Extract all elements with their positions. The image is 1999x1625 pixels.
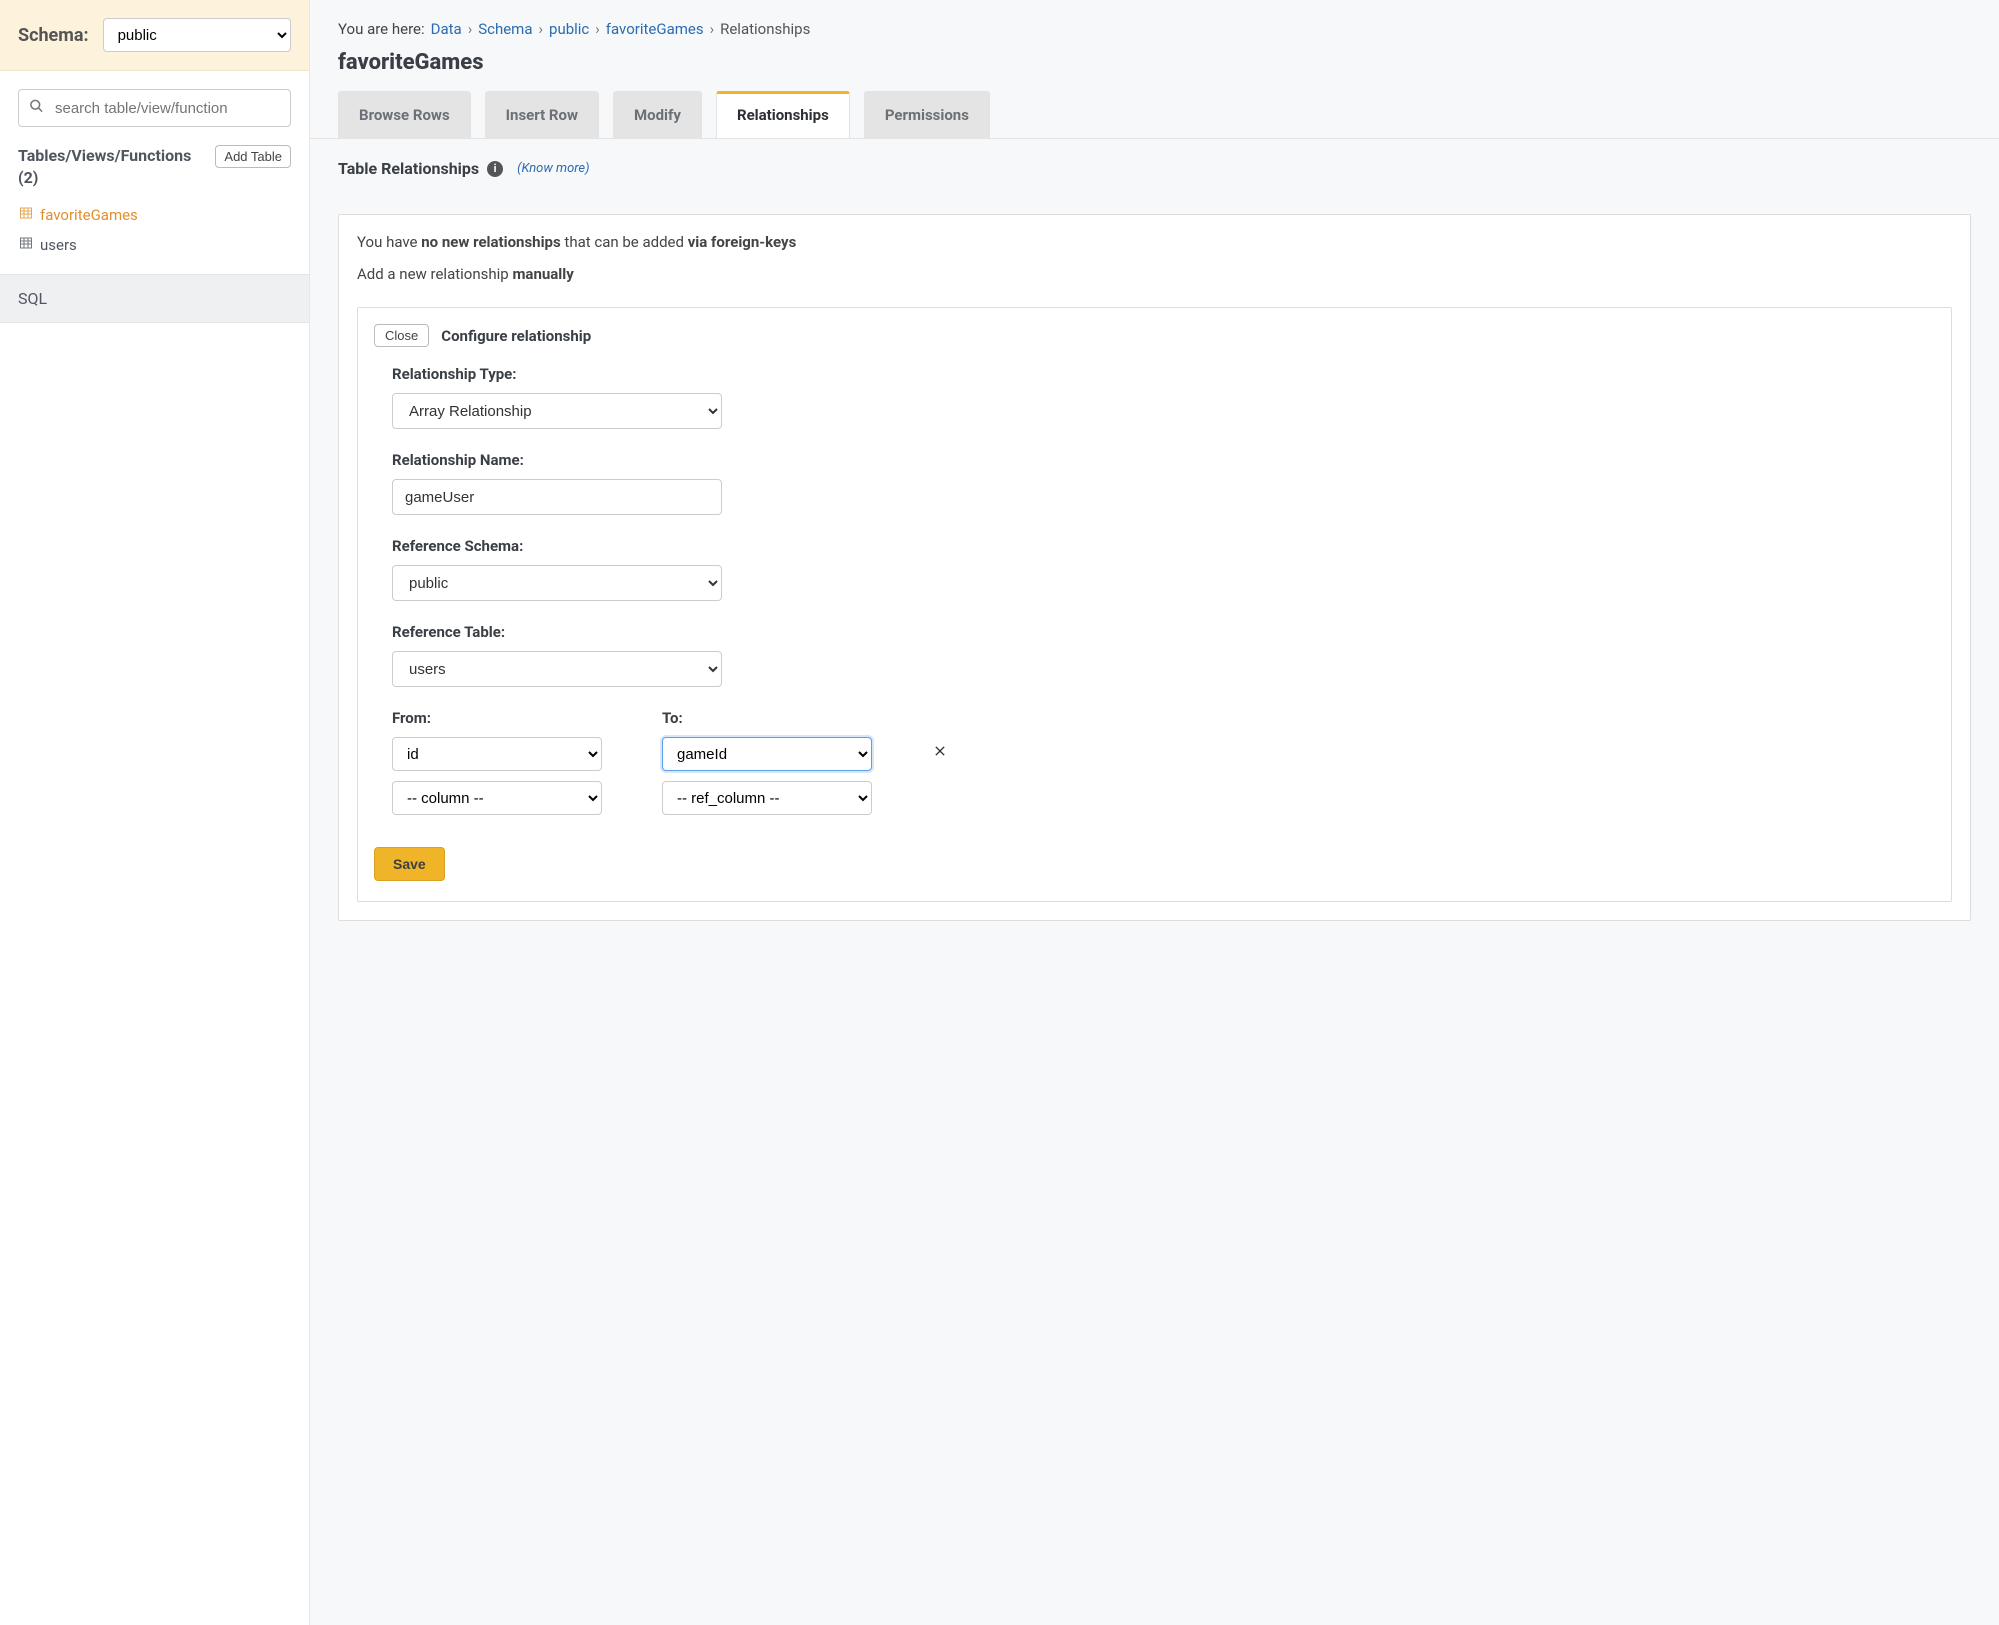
info-icon[interactable]: i xyxy=(487,161,503,177)
page-title: favoriteGames xyxy=(310,46,1999,91)
breadcrumb-current: Relationships xyxy=(720,20,810,38)
relationship-type-label: Relationship Type: xyxy=(392,365,1935,383)
reference-table-label: Reference Table: xyxy=(392,623,1935,641)
save-button[interactable]: Save xyxy=(374,847,445,881)
reference-schema-label: Reference Schema: xyxy=(392,537,1935,555)
config-title: Configure relationship xyxy=(441,327,591,345)
to-column-select[interactable]: gameId xyxy=(662,737,872,771)
relationship-name-input[interactable] xyxy=(392,479,722,515)
main-content: You are here: Data › Schema › public › f… xyxy=(310,0,1999,1625)
chevron-right-icon: › xyxy=(595,20,600,38)
breadcrumb-prefix: You are here: xyxy=(338,20,425,38)
to-column-select-empty[interactable]: -- ref_column -- xyxy=(662,781,872,815)
sql-nav-item[interactable]: SQL xyxy=(0,274,309,323)
from-label: From: xyxy=(392,709,602,727)
schema-select[interactable]: public xyxy=(103,18,291,52)
section-title: Table Relationships i (Know more) xyxy=(338,159,1971,178)
add-table-button[interactable]: Add Table xyxy=(215,145,291,168)
tab-insert-row[interactable]: Insert Row xyxy=(485,91,599,138)
table-item-favoriteGames[interactable]: favoriteGames xyxy=(0,200,309,230)
search-input[interactable] xyxy=(18,89,291,127)
breadcrumb-link-public[interactable]: public xyxy=(549,20,589,38)
table-item-users[interactable]: users xyxy=(0,230,309,260)
add-manually-text: Add a new relationship manually xyxy=(349,265,1960,297)
no-relationships-text: You have no new relationships that can b… xyxy=(349,233,1960,265)
to-label: To: xyxy=(662,709,872,727)
tabs: Browse Rows Insert Row Modify Relationsh… xyxy=(310,91,1999,139)
search-icon xyxy=(29,99,44,118)
breadcrumb-link-schema[interactable]: Schema xyxy=(478,20,532,38)
table-list: favoriteGames users xyxy=(0,198,309,274)
schema-label: Schema: xyxy=(18,25,89,46)
from-column-select[interactable]: id xyxy=(392,737,602,771)
table-icon xyxy=(20,207,32,222)
schema-bar: Schema: public xyxy=(0,0,309,71)
table-icon xyxy=(20,237,32,252)
tab-modify[interactable]: Modify xyxy=(613,91,702,138)
relationships-panel: You have no new relationships that can b… xyxy=(338,214,1971,921)
table-item-label: favoriteGames xyxy=(40,206,138,224)
chevron-right-icon: › xyxy=(710,20,715,38)
breadcrumb-link-table[interactable]: favoriteGames xyxy=(606,20,704,38)
close-button[interactable]: Close xyxy=(374,324,429,347)
reference-schema-select[interactable]: public xyxy=(392,565,722,601)
tab-permissions[interactable]: Permissions xyxy=(864,91,990,138)
chevron-right-icon: › xyxy=(468,20,473,38)
table-item-label: users xyxy=(40,236,77,254)
relationship-type-select[interactable]: Array Relationship xyxy=(392,393,722,429)
from-column-select-empty[interactable]: -- column -- xyxy=(392,781,602,815)
tab-browse-rows[interactable]: Browse Rows xyxy=(338,91,471,138)
reference-table-select[interactable]: users xyxy=(392,651,722,687)
tables-heading: Tables/Views/Functions (2) xyxy=(18,145,205,190)
breadcrumb-link-data[interactable]: Data xyxy=(431,20,462,38)
relationship-name-label: Relationship Name: xyxy=(392,451,1935,469)
know-more-link[interactable]: (Know more) xyxy=(517,161,589,176)
breadcrumb: You are here: Data › Schema › public › f… xyxy=(310,0,1999,46)
remove-mapping-icon[interactable] xyxy=(932,715,948,764)
configure-relationship-box: Close Configure relationship Relationshi… xyxy=(357,307,1952,902)
sidebar: Schema: public Tables/Views/Functions (2… xyxy=(0,0,310,1625)
chevron-right-icon: › xyxy=(539,20,544,38)
tab-relationships[interactable]: Relationships xyxy=(716,91,850,138)
